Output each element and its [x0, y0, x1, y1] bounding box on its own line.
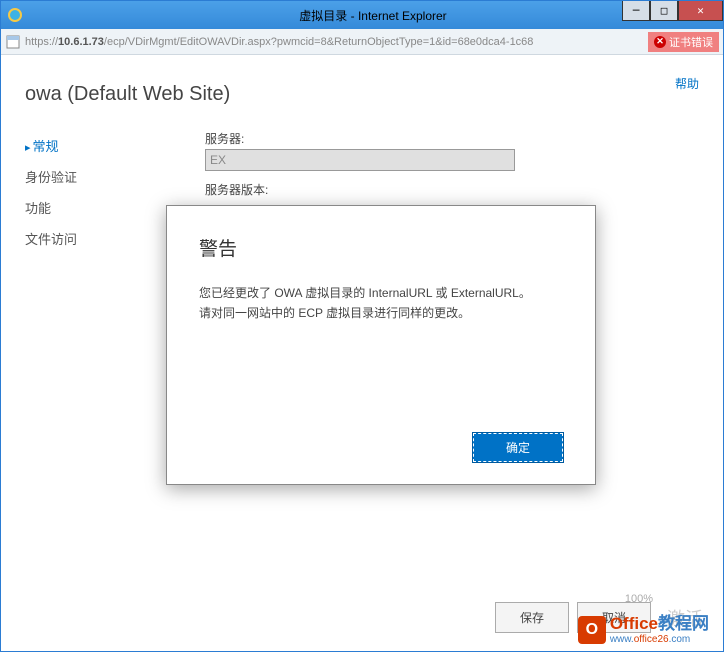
wm-brand1: Office: [610, 614, 658, 633]
titlebar[interactable]: 虚拟目录 - Internet Explorer ─ □ ✕: [1, 1, 723, 29]
server-input[interactable]: [205, 149, 515, 171]
url-path: /ecp/VDirMgmt/EditOWAVDir.aspx?pwmcid=8&…: [104, 36, 534, 48]
dialog-line2: 请对同一网站中的 ECP 虚拟目录进行同样的更改。: [199, 303, 563, 323]
wm-url3: .com: [669, 634, 691, 645]
ie-icon: [7, 7, 23, 23]
address-bar: https://10.6.1.73/ecp/VDirMgmt/EditOWAVD…: [1, 29, 723, 55]
dialog-body: 您已经更改了 OWA 虚拟目录的 InternalURL 或 ExternalU…: [199, 283, 563, 324]
server-group: 服务器:: [205, 130, 699, 171]
page-content: 帮助 owa (Default Web Site) 常规 身份验证 功能 文件访…: [1, 55, 723, 651]
cert-error-icon: ✕: [654, 36, 666, 48]
sidebar-item-features[interactable]: 功能: [25, 192, 165, 223]
sidebar-item-auth[interactable]: 身份验证: [25, 161, 165, 192]
cert-error-text: 证书错误: [669, 34, 713, 50]
version-group: 服务器版本:: [205, 181, 699, 198]
browser-window: 虚拟目录 - Internet Explorer ─ □ ✕ https://1…: [0, 0, 724, 652]
dialog-line1: 您已经更改了 OWA 虚拟目录的 InternalURL 或 ExternalU…: [199, 283, 563, 303]
minimize-button[interactable]: ─: [622, 1, 650, 21]
url-protocol: https://: [25, 36, 58, 48]
server-label: 服务器:: [205, 130, 699, 147]
url-host: 10.6.1.73: [58, 36, 104, 48]
watermark-icon: O: [578, 616, 606, 644]
watermark: O Office教程网 www.office26.com: [578, 615, 709, 645]
sidebar-item-file-access[interactable]: 文件访问: [25, 223, 165, 254]
wm-url2: office26: [634, 634, 669, 645]
dialog-title: 警告: [199, 234, 563, 261]
sidebar-item-general[interactable]: 常规: [25, 130, 165, 161]
watermark-text: Office教程网 www.office26.com: [610, 615, 709, 645]
wm-url1: www.: [610, 634, 634, 645]
page-icon: [5, 34, 21, 50]
window-title: 虚拟目录 - Internet Explorer: [23, 7, 723, 24]
page-title: owa (Default Web Site): [25, 83, 699, 106]
help-link[interactable]: 帮助: [675, 75, 699, 92]
close-button[interactable]: ✕: [678, 1, 723, 21]
maximize-button[interactable]: □: [650, 1, 678, 21]
sidebar: 常规 身份验证 功能 文件访问: [25, 130, 165, 254]
version-label: 服务器版本:: [205, 181, 699, 198]
window-controls: ─ □ ✕: [622, 1, 723, 21]
wm-brand2: 教程网: [658, 614, 709, 633]
url-field[interactable]: https://10.6.1.73/ecp/VDirMgmt/EditOWAVD…: [25, 36, 644, 48]
warning-dialog: 警告 您已经更改了 OWA 虚拟目录的 InternalURL 或 Extern…: [166, 205, 596, 485]
ok-button[interactable]: 确定: [473, 433, 563, 462]
dialog-footer: 确定: [473, 433, 563, 462]
save-button[interactable]: 保存: [495, 602, 569, 633]
cert-error-badge[interactable]: ✕ 证书错误: [648, 32, 719, 52]
